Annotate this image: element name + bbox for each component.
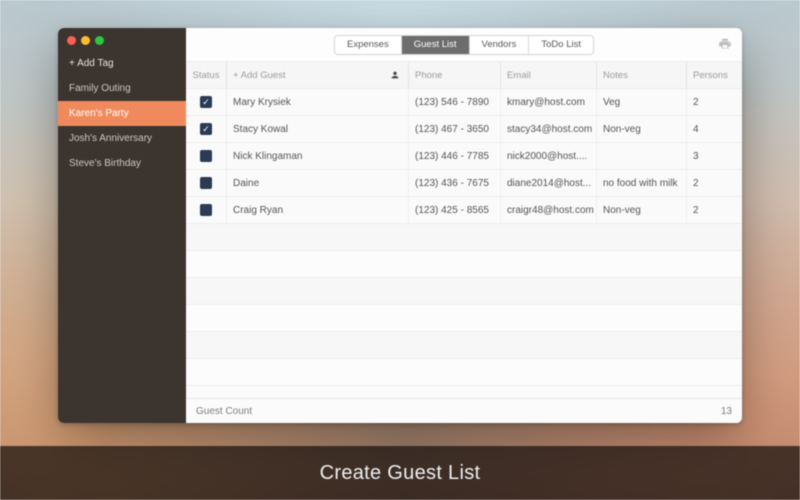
- status-checkbox[interactable]: [200, 123, 212, 135]
- cell-phone[interactable]: (123) 546 - 7890: [408, 89, 500, 115]
- caption-text: Create Guest List: [320, 462, 481, 485]
- tab-vendors[interactable]: Vendors: [470, 36, 530, 54]
- close-window-button[interactable]: [67, 36, 76, 45]
- status-checkbox[interactable]: [200, 204, 212, 216]
- table-header-row: Status + Add Guest Phone Email Notes Per…: [186, 62, 742, 89]
- table-row[interactable]: Craig Ryan(123) 425 - 8565craigr48@host.…: [186, 197, 742, 224]
- sidebar-item-2[interactable]: Josh's Anniversary: [58, 126, 186, 151]
- sidebar-item-3[interactable]: Steve's Birthday: [58, 151, 186, 176]
- guest-count-total: 13: [721, 406, 732, 417]
- table-row[interactable]: Daine(123) 436 - 7675diane2014@host...no…: [186, 170, 742, 197]
- table-row[interactable]: Nick Klingaman(123) 446 - 7785nick2000@h…: [186, 143, 742, 170]
- cell-notes[interactable]: [596, 143, 686, 169]
- cell-persons[interactable]: 2: [686, 197, 736, 223]
- caption-bar: Create Guest List: [0, 446, 800, 500]
- zoom-window-button[interactable]: [95, 36, 104, 45]
- sidebar-item-0[interactable]: Family Outing: [58, 76, 186, 101]
- window-controls: [58, 28, 186, 51]
- table-row-empty: [186, 359, 742, 386]
- col-email: Email: [500, 62, 596, 88]
- table-row-empty: [186, 332, 742, 359]
- guest-table: Status + Add Guest Phone Email Notes Per…: [186, 62, 742, 398]
- cell-email[interactable]: craigr48@host.com: [500, 197, 596, 223]
- app-window: + Add Tag Family OutingKaren's PartyJosh…: [58, 28, 742, 423]
- status-checkbox[interactable]: [200, 177, 212, 189]
- cell-name[interactable]: Stacy Kowal: [226, 116, 408, 142]
- col-name-add-guest[interactable]: + Add Guest: [226, 62, 408, 88]
- cell-email[interactable]: nick2000@host....: [500, 143, 596, 169]
- table-row[interactable]: Mary Krysiek(123) 546 - 7890kmary@host.c…: [186, 89, 742, 116]
- cell-name[interactable]: Nick Klingaman: [226, 143, 408, 169]
- cell-phone[interactable]: (123) 436 - 7675: [408, 170, 500, 196]
- cell-name[interactable]: Craig Ryan: [226, 197, 408, 223]
- cell-persons[interactable]: 2: [686, 170, 736, 196]
- cell-phone[interactable]: (123) 467 - 3650: [408, 116, 500, 142]
- cell-persons[interactable]: 4: [686, 116, 736, 142]
- tab-todo-list[interactable]: ToDo List: [529, 36, 593, 54]
- cell-persons[interactable]: 2: [686, 89, 736, 115]
- cell-email[interactable]: kmary@host.com: [500, 89, 596, 115]
- cell-email[interactable]: stacy34@host.com: [500, 116, 596, 142]
- cell-email[interactable]: diane2014@host...: [500, 170, 596, 196]
- tab-bar: ExpensesGuest ListVendorsToDo List: [334, 35, 594, 55]
- person-icon: [390, 70, 400, 80]
- cell-notes[interactable]: no food with milk: [596, 170, 686, 196]
- guest-count-label: Guest Count: [196, 406, 252, 417]
- status-checkbox[interactable]: [200, 96, 212, 108]
- table-row[interactable]: Stacy Kowal(123) 467 - 3650stacy34@host.…: [186, 116, 742, 143]
- cell-notes[interactable]: Veg: [596, 89, 686, 115]
- table-row-empty: [186, 251, 742, 278]
- cell-phone[interactable]: (123) 425 - 8565: [408, 197, 500, 223]
- col-phone: Phone: [408, 62, 500, 88]
- add-tag-button[interactable]: + Add Tag: [58, 51, 186, 76]
- cell-persons[interactable]: 3: [686, 143, 736, 169]
- table-row-empty: [186, 224, 742, 251]
- minimize-window-button[interactable]: [81, 36, 90, 45]
- tab-expenses[interactable]: Expenses: [335, 36, 402, 54]
- col-persons: Persons: [686, 62, 736, 88]
- cell-notes[interactable]: Non-veg: [596, 197, 686, 223]
- main-panel: ExpensesGuest ListVendorsToDo List Statu…: [186, 28, 742, 423]
- sidebar-item-1[interactable]: Karen's Party: [58, 101, 186, 126]
- cell-notes[interactable]: Non-veg: [596, 116, 686, 142]
- add-guest-label: + Add Guest: [233, 70, 286, 81]
- table-row-empty: [186, 278, 742, 305]
- cell-phone[interactable]: (123) 446 - 7785: [408, 143, 500, 169]
- footer: Guest Count 13: [186, 398, 742, 423]
- toolbar: ExpensesGuest ListVendorsToDo List: [186, 28, 742, 62]
- tab-guest-list[interactable]: Guest List: [402, 36, 470, 54]
- col-notes: Notes: [596, 62, 686, 88]
- table-row-empty: [186, 305, 742, 332]
- status-checkbox[interactable]: [200, 150, 212, 162]
- cell-name[interactable]: Mary Krysiek: [226, 89, 408, 115]
- sidebar: + Add Tag Family OutingKaren's PartyJosh…: [58, 28, 186, 423]
- print-icon[interactable]: [718, 37, 732, 51]
- col-status: Status: [186, 70, 226, 81]
- cell-name[interactable]: Daine: [226, 170, 408, 196]
